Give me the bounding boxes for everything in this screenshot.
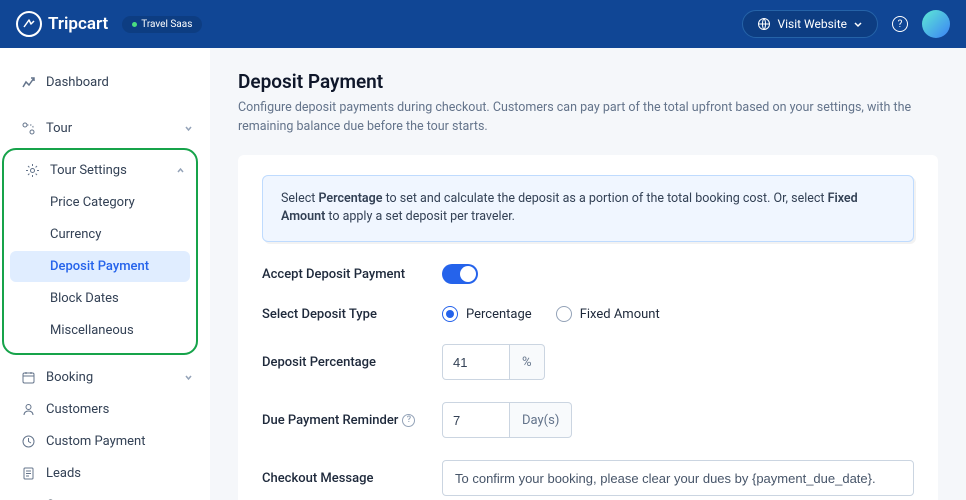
sidebar-sub-price-category[interactable]: Price Category <box>10 187 190 218</box>
sidebar-item-tour[interactable]: Tour <box>0 112 204 144</box>
calendar-icon <box>20 369 36 385</box>
days-suffix: Day(s) <box>510 402 572 438</box>
document-icon <box>20 465 36 481</box>
main-content: Deposit Payment Configure deposit paymen… <box>210 48 966 500</box>
help-icon[interactable]: ? <box>402 414 415 427</box>
radio-fixed-amount[interactable]: Fixed Amount <box>556 306 660 322</box>
accept-deposit-toggle[interactable] <box>442 264 478 284</box>
sidebar-item-leads[interactable]: Leads <box>0 457 204 489</box>
settings-card: Select Percentage to set and calculate t… <box>238 155 938 500</box>
chevron-up-icon <box>175 165 186 176</box>
avatar[interactable] <box>922 10 950 38</box>
info-box: Select Percentage to set and calculate t… <box>262 175 914 243</box>
page-description: Configure deposit payments during checko… <box>238 99 938 137</box>
plan-badge: Travel Saas <box>122 16 202 33</box>
deposit-type-label: Select Deposit Type <box>262 307 442 322</box>
highlighted-section: Tour Settings Price Category Currency De… <box>2 148 198 355</box>
checkout-message-label: Checkout Message <box>262 471 442 486</box>
sidebar-item-custom-payment[interactable]: Custom Payment <box>0 425 204 457</box>
sidebar-sub-deposit-payment[interactable]: Deposit Payment <box>10 251 190 282</box>
radio-percentage[interactable]: Percentage <box>442 306 532 322</box>
logo-icon <box>16 11 42 37</box>
sidebar: Dashboard Tour Tour Settings Price Categ… <box>0 48 210 500</box>
route-icon <box>20 120 36 136</box>
chevron-down-icon <box>853 19 863 29</box>
radio-icon <box>556 306 572 322</box>
gear-icon <box>24 162 40 178</box>
clock-icon <box>20 433 36 449</box>
sidebar-sub-block-dates[interactable]: Block Dates <box>10 283 190 314</box>
due-reminder-label: Due Payment Reminder ? <box>262 413 442 428</box>
deposit-percentage-input[interactable] <box>442 344 510 380</box>
brand-logo[interactable]: Tripcart Travel Saas <box>16 11 202 37</box>
chevron-down-icon <box>183 372 194 383</box>
sidebar-item-dashboard[interactable]: Dashboard <box>0 66 204 98</box>
chevron-down-icon <box>183 123 194 134</box>
percent-suffix: % <box>510 344 545 380</box>
dashboard-icon <box>20 74 36 90</box>
sidebar-sub-currency[interactable]: Currency <box>10 219 190 250</box>
accept-deposit-label: Accept Deposit Payment <box>262 267 442 282</box>
sidebar-item-booking[interactable]: Booking <box>0 361 204 393</box>
user-icon <box>20 401 36 417</box>
checkout-message-input[interactable] <box>442 460 914 496</box>
radio-icon <box>442 306 458 322</box>
sidebar-item-coupons[interactable]: Coupons <box>0 489 204 500</box>
page-title: Deposit Payment <box>238 70 938 93</box>
deposit-percentage-label: Deposit Percentage <box>262 355 442 370</box>
due-reminder-input[interactable] <box>442 402 510 438</box>
sidebar-item-tour-settings[interactable]: Tour Settings <box>4 154 196 186</box>
help-icon[interactable]: ? <box>892 16 908 32</box>
brand-name: Tripcart <box>48 14 108 34</box>
globe-icon <box>757 17 771 31</box>
topbar: Tripcart Travel Saas Visit Website ? <box>0 0 966 48</box>
sidebar-item-customers[interactable]: Customers <box>0 393 204 425</box>
visit-website-button[interactable]: Visit Website <box>742 10 878 38</box>
sidebar-sub-miscellaneous[interactable]: Miscellaneous <box>10 315 190 346</box>
